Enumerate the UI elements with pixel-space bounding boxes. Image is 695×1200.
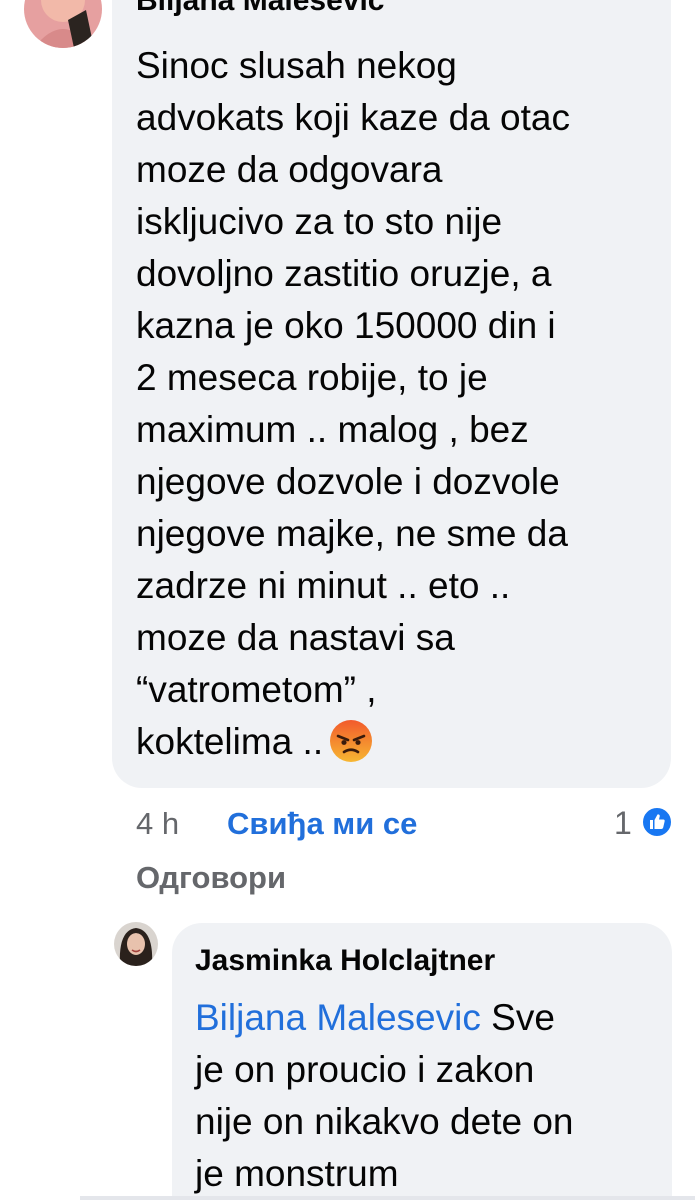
comment-line: kazna je oko 150000 din i [136, 305, 556, 346]
angry-face-icon [329, 719, 373, 763]
comment-text: Sinoc slusah nekog advokats koji kaze da… [136, 40, 570, 768]
reaction-count[interactable]: 1 [614, 804, 632, 842]
reply-line: je monstrum [195, 1153, 399, 1194]
reply-first-line: Biljana Malesevic Sve [195, 992, 574, 1044]
comment-last-line: koktelima .. [136, 716, 570, 768]
reply-line: je on proucio i zakon [195, 1049, 535, 1090]
comment-line: njegove dozvole i dozvole [136, 461, 560, 502]
comment-line: zadrze ni minut .. eto .. [136, 565, 511, 606]
comment-line: njegove majke, ne sme da [136, 513, 568, 554]
comment-line: iskljucivo za to sto nije [136, 201, 503, 242]
comment-line: Sinoc slusah nekog [136, 45, 457, 86]
like-reaction-icon[interactable] [641, 806, 673, 838]
mention-link[interactable]: Biljana Malesevic [195, 997, 481, 1038]
reply-text: Biljana Malesevic Sve je on proucio i za… [195, 992, 574, 1200]
avatar[interactable] [24, 0, 102, 48]
reply-author[interactable]: Jasminka Holclajtner [195, 944, 495, 978]
reply-line: nije on nikakvo dete on [195, 1101, 574, 1142]
reply-button[interactable]: Одговори [136, 860, 286, 896]
comment-author[interactable]: Biljana Malesevic [136, 0, 384, 18]
divider [80, 1196, 695, 1200]
comment-timestamp[interactable]: 4 h [136, 806, 179, 842]
comment-line: “vatrometom” , [136, 669, 377, 710]
like-button[interactable]: Свиђа ми се [227, 806, 417, 842]
comment-line: maximum .. malog , bez [136, 409, 529, 450]
reply-line: Sve [480, 997, 555, 1038]
comment-line: moze da odgovara [136, 149, 443, 190]
comment-line: 2 meseca robije, to je [136, 357, 488, 398]
comment-line: moze da nastavi sa [136, 617, 455, 658]
comment-line: advokats koji kaze da otac [136, 97, 570, 138]
avatar[interactable] [114, 922, 158, 966]
comment-line: koktelima .. [136, 721, 324, 762]
comment-line: dovoljno zastitio oruzje, a [136, 253, 552, 294]
